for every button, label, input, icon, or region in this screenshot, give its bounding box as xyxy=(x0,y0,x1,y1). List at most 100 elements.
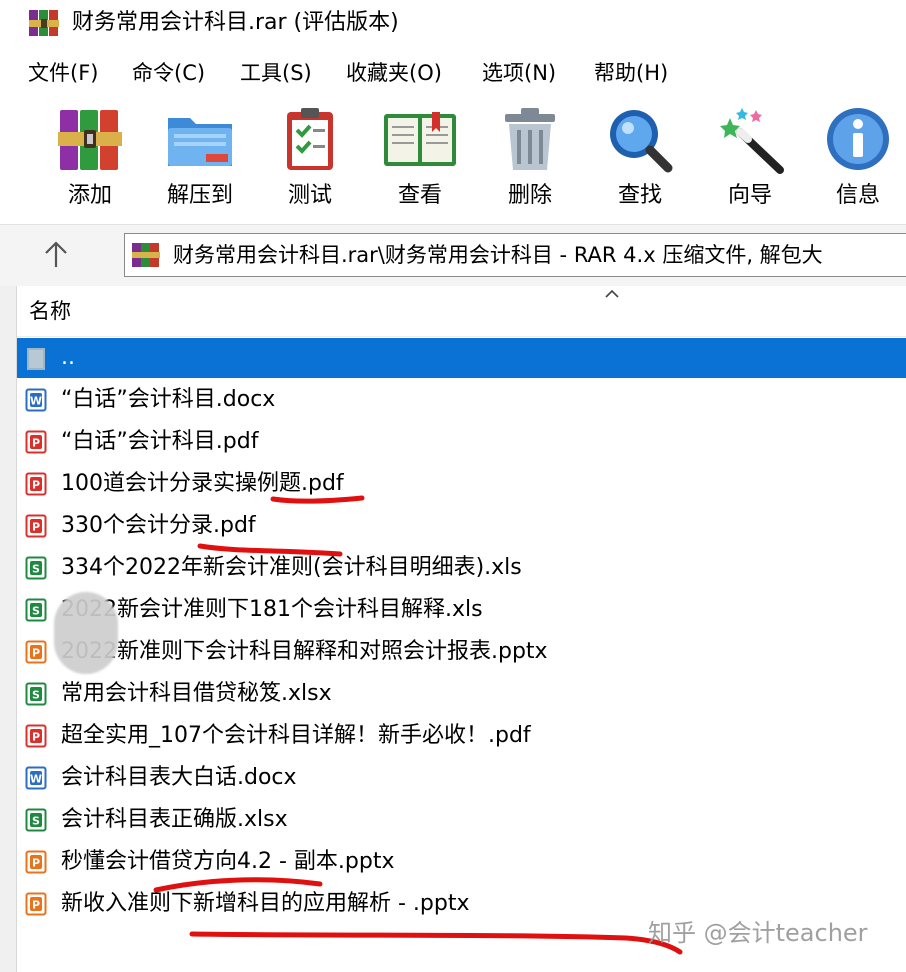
view-label: 查看 xyxy=(397,183,442,208)
svg-text:W: W xyxy=(30,773,42,786)
word-file-icon: W xyxy=(25,388,47,412)
svg-text:P: P xyxy=(32,899,40,912)
wizard-button[interactable]: 向导 xyxy=(700,104,800,216)
test-label: 测试 xyxy=(287,183,332,208)
delete-label: 删除 xyxy=(507,183,552,208)
file-name: .. xyxy=(61,345,75,370)
file-name: 330个会计分录.pdf xyxy=(61,513,256,538)
menu-command[interactable]: 命令(C) xyxy=(130,58,207,88)
find-magnifier-icon xyxy=(610,110,673,173)
redaction-blur xyxy=(54,592,118,674)
address-path: 财务常用会计科目.rar\财务常用会计科目 - RAR 4.x 压缩文件, 解包… xyxy=(173,243,823,267)
file-name: “白话”会计科目.pdf xyxy=(61,429,259,454)
file-name: 2022新准则下会计科目解释和对照会计报表.pptx xyxy=(61,639,548,664)
sort-ascending-icon xyxy=(605,289,619,298)
column-header-name[interactable]: 名称 xyxy=(17,286,906,337)
menu-options[interactable]: 选项(N) xyxy=(480,58,558,88)
svg-text:S: S xyxy=(32,815,40,828)
menu-bar: 文件(F) 命令(C) 工具(S) 收藏夹(O) 选项(N) 帮助(H) xyxy=(0,52,906,94)
left-strip xyxy=(0,286,17,972)
extract-to-button[interactable]: 解压到 xyxy=(150,104,250,216)
file-row[interactable]: P 2022新准则下会计科目解释和对照会计报表.pptx xyxy=(17,632,906,672)
file-row[interactable]: S 常用会计科目借贷秘笈.xlsx xyxy=(17,674,906,714)
file-row[interactable]: P 秒懂会计借贷方向4.2 - 副本.pptx xyxy=(17,842,906,882)
view-button[interactable]: 查看 xyxy=(370,104,470,216)
svg-text:W: W xyxy=(30,395,42,408)
find-label: 查找 xyxy=(617,183,662,208)
add-button[interactable]: 添加 xyxy=(40,104,140,216)
word-file-icon: W xyxy=(25,766,47,790)
file-name: 100道会计分录实操例题.pdf xyxy=(61,471,344,496)
file-row[interactable]: .. xyxy=(17,338,906,378)
file-row[interactable]: S 334个2022年新会计准则(会计科目明细表).xls xyxy=(17,548,906,588)
pdf-file-icon: P xyxy=(25,514,47,538)
ppt-file-icon: P xyxy=(25,850,47,874)
svg-text:P: P xyxy=(32,479,40,492)
svg-text:P: P xyxy=(32,857,40,870)
delete-trash-icon xyxy=(505,108,555,170)
ppt-file-icon: P xyxy=(25,892,47,916)
info-label: 信息 xyxy=(835,183,880,208)
svg-text:S: S xyxy=(32,605,40,618)
wizard-label: 向导 xyxy=(727,183,772,208)
menu-help[interactable]: 帮助(H) xyxy=(592,58,670,88)
view-book-icon xyxy=(384,112,456,166)
file-row[interactable]: W 会计科目表大白话.docx xyxy=(17,758,906,798)
file-row[interactable]: W “白话”会计科目.docx xyxy=(17,380,906,420)
excel-file-icon: S xyxy=(25,682,47,706)
watermark: 知乎 @会计teacher xyxy=(648,919,868,947)
file-name: 334个2022年新会计准则(会计科目明细表).xls xyxy=(61,555,522,580)
file-row[interactable]: P 超全实用_107个会计科目详解！新手必收！.pdf xyxy=(17,716,906,756)
up-arrow-icon[interactable] xyxy=(38,239,74,271)
menu-favorites[interactable]: 收藏夹(O) xyxy=(344,58,444,88)
ppt-file-icon: P xyxy=(25,640,47,664)
winrar-app-icon xyxy=(29,10,59,36)
file-row[interactable]: S 会计科目表正确版.xlsx xyxy=(17,800,906,840)
address-bar: 财务常用会计科目.rar\财务常用会计科目 - RAR 4.x 压缩文件, 解包… xyxy=(0,224,906,288)
parent-folder-icon xyxy=(27,348,45,370)
file-row[interactable]: S 2022新会计准则下181个会计科目解释.xls xyxy=(17,590,906,630)
svg-text:P: P xyxy=(32,647,40,660)
add-label: 添加 xyxy=(67,183,112,208)
find-button[interactable]: 查找 xyxy=(590,104,690,216)
svg-text:S: S xyxy=(32,563,40,576)
file-name: 秒懂会计借贷方向4.2 - 副本.pptx xyxy=(61,849,395,874)
toolbar: 添加 解压到 测试 查看 删除 查找 向导 信息 xyxy=(0,98,906,220)
svg-text:P: P xyxy=(32,731,40,744)
column-name-label: 名称 xyxy=(29,299,71,323)
file-name: 超全实用_107个会计科目详解！新手必收！.pdf xyxy=(61,723,531,748)
test-clipboard-icon xyxy=(287,108,333,170)
info-icon xyxy=(827,108,889,170)
delete-button[interactable]: 删除 xyxy=(480,104,580,216)
file-name: 会计科目表正确版.xlsx xyxy=(61,807,288,832)
rar-archive-icon xyxy=(132,243,160,267)
file-name: 常用会计科目借贷秘笈.xlsx xyxy=(61,681,332,706)
menu-file[interactable]: 文件(F) xyxy=(26,58,100,88)
file-name: 会计科目表大白话.docx xyxy=(61,765,297,790)
address-field[interactable]: 财务常用会计科目.rar\财务常用会计科目 - RAR 4.x 压缩文件, 解包… xyxy=(124,233,906,277)
add-books-icon xyxy=(58,110,122,170)
pdf-file-icon: P xyxy=(25,472,47,496)
extract-to-label: 解压到 xyxy=(166,183,233,208)
file-row[interactable]: P 100道会计分录实操例题.pdf xyxy=(17,464,906,504)
test-button[interactable]: 测试 xyxy=(260,104,360,216)
file-name: “白话”会计科目.docx xyxy=(61,387,276,412)
title-bar: 财务常用会计科目.rar (评估版本) xyxy=(0,0,906,48)
excel-file-icon: S xyxy=(25,598,47,622)
file-row[interactable]: P “白话”会计科目.pdf xyxy=(17,422,906,462)
menu-tools[interactable]: 工具(S) xyxy=(238,58,314,88)
svg-text:P: P xyxy=(32,437,40,450)
info-button[interactable]: 信息 xyxy=(808,104,906,216)
svg-text:S: S xyxy=(32,689,40,702)
extract-folder-icon xyxy=(168,118,232,166)
excel-file-icon: S xyxy=(25,556,47,580)
file-list: 名称 .. W “白话”会计科目.docx P “白话”会计科目.pdf P 100道会计分… xyxy=(17,286,906,972)
file-row[interactable]: P 330个会计分录.pdf xyxy=(17,506,906,546)
excel-file-icon: S xyxy=(25,808,47,832)
svg-text:P: P xyxy=(32,521,40,534)
file-name: 2022新会计准则下181个会计科目解释.xls xyxy=(61,597,483,622)
file-name: 新收入准则下新增科目的应用解析 - .pptx xyxy=(61,891,470,916)
window-title: 财务常用会计科目.rar (评估版本) xyxy=(72,10,399,35)
wizard-wand-icon xyxy=(720,108,784,174)
pdf-file-icon: P xyxy=(25,724,47,748)
